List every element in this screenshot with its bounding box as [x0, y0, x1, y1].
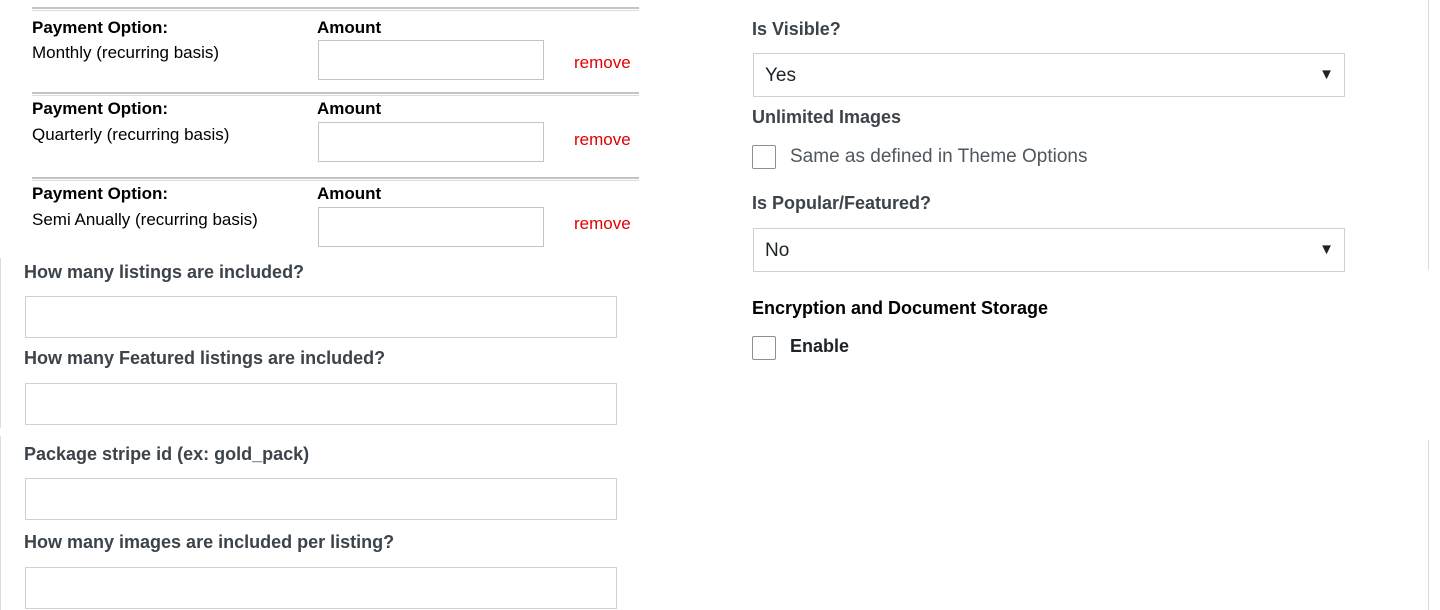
amount-input-quarterly[interactable] [318, 122, 544, 162]
stripe-id-input[interactable] [25, 478, 617, 520]
unlimited-images-checkbox-label: Same as defined in Theme Options [790, 146, 1088, 167]
stripe-id-label: Package stripe id (ex: gold_pack) [24, 444, 310, 464]
is-popular-label: Is Popular/Featured? [752, 193, 932, 213]
payment-option-label: Payment Option: [32, 99, 169, 118]
triangle-down-icon: ▼ [1319, 241, 1334, 258]
images-per-listing-label: How many images are included per listing… [24, 532, 395, 552]
listings-included-input[interactable] [25, 296, 617, 338]
amount-label: Amount [317, 99, 382, 118]
right-edge-border [1428, 0, 1429, 270]
is-visible-select[interactable]: Yes ▼ [753, 53, 1345, 97]
payment-option-label: Payment Option: [32, 184, 169, 203]
payment-option-row: Payment Option: Monthly (recurring basis… [32, 7, 639, 89]
left-edge-border [0, 258, 1, 428]
select-value: No [765, 240, 790, 261]
listings-included-label: How many listings are included? [24, 262, 305, 282]
encryption-enable-label: Enable [790, 336, 850, 356]
is-visible-label: Is Visible? [752, 19, 841, 39]
row-divider [32, 180, 639, 181]
encryption-label: Encryption and Document Storage [752, 298, 1049, 318]
featured-listings-input[interactable] [25, 383, 617, 425]
row-divider [32, 95, 639, 96]
payment-option-row: Payment Option: Semi Anually (recurring … [32, 177, 639, 259]
amount-input-semi-annually[interactable] [318, 207, 544, 247]
amount-input-monthly[interactable] [318, 40, 544, 80]
row-divider [32, 7, 639, 9]
payment-option-value: Semi Anually (recurring basis) [32, 210, 258, 229]
amount-label: Amount [317, 184, 382, 203]
triangle-down-icon: ▼ [1319, 66, 1334, 83]
payment-option-label: Payment Option: [32, 18, 169, 37]
remove-link-monthly[interactable]: remove [574, 53, 631, 73]
payment-option-value: Quarterly (recurring basis) [32, 125, 230, 144]
is-popular-select[interactable]: No ▼ [753, 228, 1345, 272]
remove-link-semi-annually[interactable]: remove [574, 214, 631, 234]
row-divider [32, 92, 639, 94]
right-edge-border [1428, 440, 1429, 610]
images-per-listing-input[interactable] [25, 567, 617, 609]
unlimited-images-label: Unlimited Images [752, 107, 902, 127]
unlimited-images-checkbox[interactable] [752, 145, 776, 169]
payment-option-value: Monthly (recurring basis) [32, 43, 220, 62]
encryption-enable-checkbox[interactable] [752, 336, 776, 360]
left-edge-border [0, 436, 1, 610]
payment-option-row: Payment Option: Quarterly (recurring bas… [32, 92, 639, 174]
select-value: Yes [765, 65, 796, 86]
featured-listings-label: How many Featured listings are included? [24, 348, 386, 368]
remove-link-quarterly[interactable]: remove [574, 130, 631, 150]
row-divider [32, 10, 639, 11]
row-divider [32, 177, 639, 179]
amount-label: Amount [317, 18, 382, 37]
